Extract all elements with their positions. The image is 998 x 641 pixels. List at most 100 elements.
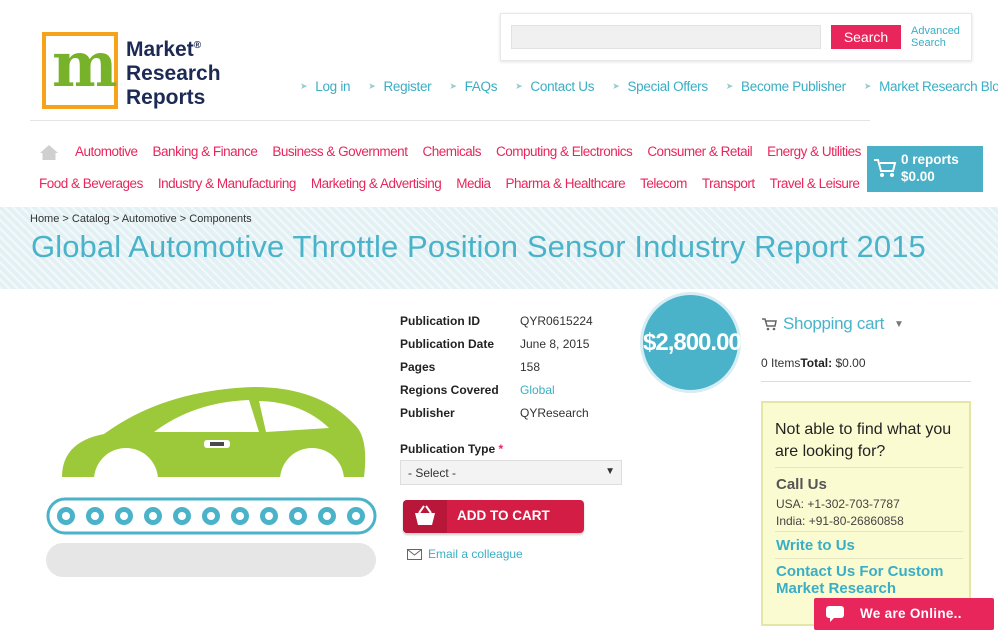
top-link-label: Become Publisher xyxy=(741,78,846,94)
region-link[interactable]: Global xyxy=(520,382,555,405)
logo-mark-letter: m xyxy=(52,28,118,101)
category-computing-electronics[interactable]: Computing & Electronics xyxy=(496,144,633,164)
top-link-label: Log in xyxy=(315,78,351,94)
shopping-cart-summary: 0 ItemsTotal: $0.00 xyxy=(761,356,866,370)
top-link-label: FAQs xyxy=(464,78,498,94)
detail-row-pages: Pages 158 xyxy=(400,359,593,382)
publication-details: Publication ID QYR0615224 Publication Dat… xyxy=(400,313,593,428)
detail-label: Pages xyxy=(400,360,436,374)
sidebar-divider xyxy=(761,381,971,382)
breadcrumb[interactable]: Home > Catalog > Automotive > Components xyxy=(30,213,252,225)
top-nav: ➤ Log in ➤ Register ➤ FAQs ➤ Contact Us ➤ Spe… xyxy=(300,78,998,94)
live-chat-bar[interactable]: We are Online.. xyxy=(814,598,994,630)
top-link-contact[interactable]: ➤ Contact Us xyxy=(515,78,594,94)
detail-label: Regions Covered xyxy=(400,383,499,397)
caret-down-icon: ▼ xyxy=(605,466,615,477)
detail-value: 158 xyxy=(520,360,541,374)
search-button[interactable]: Search xyxy=(831,25,901,49)
top-link-label: Register xyxy=(383,78,432,94)
chat-icon xyxy=(826,606,844,622)
detail-label: Publisher xyxy=(400,406,455,420)
required-marker: * xyxy=(498,442,504,456)
usa-phone: USA: +1-302-703-7787 xyxy=(776,497,900,511)
help-box: Not able to find what you are looking fo… xyxy=(761,401,971,626)
top-link-faqs[interactable]: ➤ FAQs xyxy=(449,78,497,94)
email-colleague-link[interactable]: Email a colleague xyxy=(407,547,523,561)
detail-row-publication-id: Publication ID QYR0615224 xyxy=(400,313,593,336)
category-telecom[interactable]: Telecom xyxy=(640,176,687,196)
detail-value: June 8, 2015 xyxy=(520,337,590,351)
top-link-label: Market Research Blog xyxy=(879,78,998,94)
category-transport[interactable]: Transport xyxy=(702,176,755,196)
advanced-search-link[interactable]: Advanced Search xyxy=(911,25,960,49)
add-to-cart-button[interactable]: ADD TO CART xyxy=(403,500,584,533)
category-banking-finance[interactable]: Banking & Finance xyxy=(153,144,258,164)
detail-row-publisher: Publisher QYResearch xyxy=(400,405,593,428)
category-business-government[interactable]: Business & Government xyxy=(272,144,408,164)
category-marketing-advertising[interactable]: Marketing & Advertising xyxy=(311,176,442,196)
shopping-cart-title: Shopping cart xyxy=(783,314,885,333)
cart-item-count: 0 Items xyxy=(761,356,801,370)
top-link-become-publisher[interactable]: ➤ Become Publisher xyxy=(726,78,846,94)
home-icon[interactable] xyxy=(39,144,59,161)
category-automotive[interactable]: Automotive xyxy=(75,144,138,164)
category-consumer-retail[interactable]: Consumer & Retail xyxy=(647,144,752,164)
cart-icon xyxy=(874,159,897,177)
advanced-search-line-2: Search xyxy=(911,37,946,49)
advanced-search-line-1: Advanced xyxy=(911,25,960,37)
header-cart-button[interactable]: 0 reports $0.00 xyxy=(867,146,983,192)
category-industry-manufacturing[interactable]: Industry & Manufacturing xyxy=(158,176,297,196)
site-logo[interactable]: m Market® Research Reports xyxy=(42,28,221,112)
category-chemicals[interactable]: Chemicals xyxy=(422,144,481,164)
help-divider xyxy=(775,467,963,468)
custom-research-link[interactable]: Contact Us For Custom Market Research xyxy=(776,563,966,597)
category-nav-row-2: Food & Beverages Industry & Manufacturin… xyxy=(39,176,874,196)
cart-total-label: Total: xyxy=(800,356,833,370)
email-icon xyxy=(407,548,422,560)
search-input[interactable] xyxy=(511,25,821,49)
top-link-register[interactable]: ➤ Register xyxy=(368,78,431,94)
india-phone: India: +91-80-26860858 xyxy=(776,514,904,528)
logo-line-3: Reports xyxy=(126,86,206,109)
category-food-beverages[interactable]: Food & Beverages xyxy=(39,176,143,196)
logo-text: Market® Research Reports xyxy=(126,34,221,110)
category-travel-leisure[interactable]: Travel & Leisure xyxy=(770,176,860,196)
basket-icon xyxy=(403,500,447,533)
logo-line-2: Research xyxy=(126,62,221,85)
search-panel: Search Advanced Search xyxy=(500,13,972,61)
top-link-label: Contact Us xyxy=(530,78,595,94)
publication-type-select[interactable]: - Select - ▼ xyxy=(400,460,622,485)
email-colleague-label: Email a colleague xyxy=(428,547,523,561)
publication-type-label: Publication Type * xyxy=(400,442,503,456)
logo-mark: m xyxy=(42,28,118,109)
top-link-label: Special Offers xyxy=(627,78,708,94)
price-badge: $2,800.00 xyxy=(640,292,742,393)
header-divider xyxy=(30,120,870,121)
detail-label: Publication Date xyxy=(400,337,495,351)
top-link-special-offers[interactable]: ➤ Special Offers xyxy=(612,78,708,94)
page-title: Global Automotive Throttle Position Sens… xyxy=(31,229,926,264)
category-pharma-healthcare[interactable]: Pharma & Healthcare xyxy=(506,176,626,196)
help-divider xyxy=(775,531,963,532)
logo-registered: ® xyxy=(193,40,202,51)
detail-label: Publication ID xyxy=(400,314,481,328)
cart-icon xyxy=(762,318,777,331)
detail-value: QYR0615224 xyxy=(520,314,593,328)
category-nav-row-1: Automotive Banking & Finance Business & … xyxy=(75,144,876,164)
category-energy-utilities[interactable]: Energy & Utilities xyxy=(767,144,861,164)
category-media[interactable]: Media xyxy=(456,176,491,196)
write-to-us-link[interactable]: Write to Us xyxy=(776,537,855,554)
call-us-heading: Call Us xyxy=(776,476,827,493)
chevron-down-icon: ▼ xyxy=(894,318,904,330)
top-link-login[interactable]: ➤ Log in xyxy=(300,78,351,94)
publication-type-text: Publication Type xyxy=(400,442,496,456)
shopping-cart-toggle[interactable]: Shopping cart ▼ xyxy=(761,314,904,334)
detail-row-publication-date: Publication Date June 8, 2015 xyxy=(400,336,593,359)
cart-total-value: $0.00 xyxy=(835,356,866,370)
cart-report-count: 0 reports xyxy=(901,152,959,167)
product-image xyxy=(44,382,379,582)
help-question: Not able to find what you are looking fo… xyxy=(775,421,952,460)
chat-label: We are Online.. xyxy=(860,606,962,621)
top-link-blog[interactable]: ➤ Market Research Blog xyxy=(864,78,998,94)
add-to-cart-label: ADD TO CART xyxy=(457,508,550,523)
